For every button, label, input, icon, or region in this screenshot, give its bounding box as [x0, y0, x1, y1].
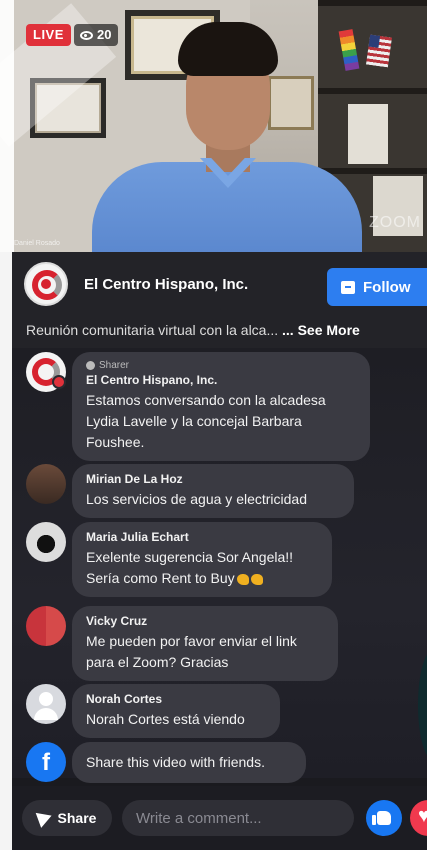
comment-bubble: Vicky Cruz Me pueden por favor enviar el…: [72, 606, 338, 681]
comment-text: Estamos conversando con la alcadesa Lydi…: [86, 392, 326, 450]
share-label: Share: [57, 810, 97, 826]
commenter-avatar[interactable]: [26, 522, 66, 562]
viewer-count: 20: [97, 27, 112, 42]
left-edge: [0, 0, 14, 252]
description-text: Reunión comunitaria virtual con la alca.…: [26, 322, 283, 338]
sharer-badge-icon: [52, 375, 66, 389]
clap-emoji-icon: [236, 573, 249, 585]
follow-button[interactable]: Follow: [327, 268, 427, 306]
see-more-link[interactable]: ... See More: [282, 322, 360, 338]
commenter-avatar[interactable]: [26, 606, 66, 646]
comment-bubble: Maria Julia Echart Exelente sugerencia S…: [72, 522, 332, 597]
comment-text: Norah Cortes está viendo: [86, 711, 245, 727]
live-badge: LIVE: [26, 24, 71, 46]
comment-author[interactable]: Vicky Cruz: [86, 614, 324, 628]
commenter-avatar[interactable]: [26, 464, 66, 504]
comment-input[interactable]: [122, 800, 354, 836]
eye-icon: [80, 30, 93, 40]
comment-bubble: Sharer El Centro Hispano, Inc. Estamos c…: [72, 352, 370, 461]
sharer-tag: Sharer: [86, 360, 356, 371]
like-button[interactable]: [366, 800, 402, 836]
comment-author[interactable]: Norah Cortes: [86, 692, 266, 706]
facebook-icon: f: [26, 742, 66, 782]
comment-author[interactable]: El Centro Hispano, Inc.: [86, 373, 356, 387]
video-description: Reunión comunitaria virtual con la alca.…: [26, 322, 427, 338]
participant-label: Daniel Rosado: [14, 240, 60, 247]
page-name[interactable]: El Centro Hispano, Inc.: [84, 276, 248, 293]
viewer-count-badge: 20: [74, 24, 119, 46]
follow-label: Follow: [363, 278, 411, 296]
live-video[interactable]: ZOOM Daniel Rosado LIVE 20: [0, 0, 427, 252]
left-edge: [0, 252, 12, 850]
presenter: [92, 22, 362, 252]
comment-author[interactable]: Mirian De La Hoz: [86, 472, 340, 486]
page-avatar[interactable]: [24, 262, 68, 306]
zoom-watermark: ZOOM: [369, 214, 421, 231]
comment-text: Los servicios de agua y electricidad: [86, 491, 308, 507]
clap-emoji-icon: [250, 573, 263, 585]
comment-author[interactable]: Maria Julia Echart: [86, 530, 318, 544]
sharer-icon: [86, 361, 95, 370]
comment-bubble: Norah Cortes Norah Cortes está viendo: [72, 684, 280, 738]
us-flag: [366, 34, 392, 68]
thumbs-up-icon: [372, 811, 391, 825]
comment-bubble: Mirian De La Hoz Los servicios de agua y…: [72, 464, 354, 518]
comment-text: Me pueden por favor enviar el link para …: [86, 633, 297, 670]
comment-text: Exelente sugerencia Sor Angela!! Sería c…: [86, 549, 294, 586]
share-arrow-icon: [35, 808, 54, 828]
share-button[interactable]: Share: [22, 800, 112, 836]
share-prompt[interactable]: Share this video with friends.: [72, 742, 306, 783]
commenter-avatar[interactable]: [26, 684, 66, 724]
follow-icon: [341, 280, 355, 294]
